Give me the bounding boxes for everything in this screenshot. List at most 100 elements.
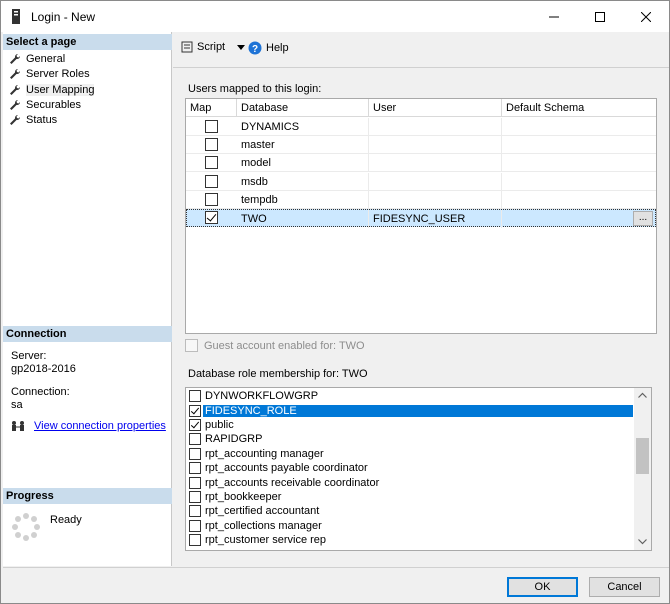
list-item[interactable]: RAPIDGRP [186,432,634,446]
user-cell[interactable] [369,173,502,191]
help-label: Help [266,42,289,54]
role-checkbox[interactable] [189,462,201,475]
table-row[interactable]: model [186,154,656,172]
role-checkbox[interactable] [189,433,201,446]
window-title: Login - New [31,10,96,24]
progress-status: Ready [50,514,82,526]
list-item[interactable]: public [186,418,634,432]
role-checkbox[interactable] [189,418,201,431]
wrench-icon [10,84,21,95]
progress-spinner-icon [12,513,40,541]
user-cell[interactable] [369,136,502,154]
scroll-thumb[interactable] [636,438,649,474]
map-checkbox[interactable] [205,138,218,151]
toolbar-divider [173,67,669,68]
map-checkbox[interactable] [205,211,218,224]
role-checkbox[interactable] [189,390,201,403]
role-label: rpt_accounts receivable coordinator [205,476,380,489]
ok-button[interactable]: OK [507,577,578,597]
dropdown-arrow-icon [237,44,246,50]
role-checkbox[interactable] [189,505,201,518]
sidebar-item-server-roles[interactable]: Server Roles [9,66,90,81]
view-connection-row: View connection properties [11,420,166,432]
role-list-scrollbar[interactable] [634,388,651,550]
database-server-icon [12,9,20,24]
users-mapped-label: Users mapped to this login: [188,83,322,95]
table-row[interactable]: msdb [186,173,656,191]
table-row[interactable]: master [186,136,656,154]
user-cell[interactable] [369,118,502,136]
help-button[interactable]: ? Help [248,41,289,55]
minimize-button[interactable] [531,1,577,32]
map-checkbox[interactable] [205,193,218,206]
role-label: FIDESYNC_ROLE [203,404,633,417]
svg-text:?: ? [252,44,258,55]
column-header-database[interactable]: Database [237,99,369,117]
wrench-icon [10,99,21,110]
role-checkbox[interactable] [189,404,201,417]
maximize-button[interactable] [577,1,623,32]
cancel-button[interactable]: Cancel [589,577,660,597]
table-row-selected[interactable]: TWO FIDESYNC_USER ... [186,209,656,228]
list-item[interactable]: rpt_accounts receivable coordinator [186,475,634,489]
progress-header: Progress [3,488,172,504]
schema-cell[interactable] [502,191,656,209]
map-checkbox[interactable] [205,175,218,188]
column-header-user[interactable]: User [369,99,502,117]
connection-properties-icon [12,421,24,431]
schema-cell[interactable] [502,118,656,136]
maximize-icon [595,11,605,22]
role-checkbox[interactable] [189,534,201,547]
role-label: rpt_accounts payable coordinator [205,462,368,475]
table-row[interactable]: tempdb [186,191,656,209]
role-checkbox[interactable] [189,447,201,460]
database-cell: msdb [237,173,369,191]
schema-cell[interactable] [502,136,656,154]
close-button[interactable] [623,1,669,32]
schema-cell[interactable] [502,173,656,191]
guest-account-checkbox [185,339,198,352]
user-cell[interactable] [369,191,502,209]
schema-browse-button[interactable]: ... [633,211,653,226]
connection-label: Connection: [11,386,70,398]
column-header-map[interactable]: Map [186,99,237,117]
sidebar-item-user-mapping[interactable]: User Mapping [9,82,95,97]
minimize-icon [549,16,559,17]
scroll-up-icon[interactable] [638,392,647,398]
server-value: gp2018-2016 [11,363,76,375]
left-pane: Select a page General Server Roles User … [3,32,172,566]
scroll-down-icon[interactable] [638,539,647,545]
role-checkbox[interactable] [189,519,201,532]
view-connection-properties-link[interactable]: View connection properties [34,420,166,432]
map-checkbox[interactable] [205,120,218,133]
role-label: rpt_certified accountant [205,505,320,518]
list-item[interactable]: rpt_certified accountant [186,504,634,518]
schema-cell[interactable] [502,154,656,172]
list-item[interactable]: rpt_collections manager [186,519,634,533]
user-cell[interactable]: FIDESYNC_USER [369,210,502,228]
role-checkbox[interactable] [189,490,201,503]
list-item[interactable]: DYNWORKFLOWGRP [186,389,634,403]
sidebar-item-label: Server Roles [26,67,90,80]
role-label: RAPIDGRP [205,433,263,446]
user-cell[interactable] [369,154,502,172]
sidebar-item-securables[interactable]: Securables [9,97,81,112]
table-row[interactable]: DYNAMICS [186,118,656,136]
column-header-default-schema[interactable]: Default Schema [502,99,656,117]
role-membership-list: DYNWORKFLOWGRP FIDESYNC_ROLE public RAPI… [185,387,652,551]
map-checkbox[interactable] [205,156,218,169]
list-item[interactable]: rpt_customer service rep [186,533,634,547]
list-item[interactable]: rpt_bookkeeper [186,490,634,504]
role-label: rpt_customer service rep [205,534,327,547]
script-button[interactable]: Script [181,41,246,53]
list-item[interactable]: rpt_accounts payable coordinator [186,461,634,475]
list-item-selected[interactable]: FIDESYNC_ROLE [186,403,634,417]
grid-header: Map Database User Default Schema [186,99,656,117]
role-checkbox[interactable] [189,476,201,489]
list-item[interactable]: rpt_accounting manager [186,447,634,461]
users-mapped-grid: Map Database User Default Schema DYNAMIC… [185,98,657,334]
help-icon: ? [248,41,262,55]
sidebar-item-status[interactable]: Status [9,112,57,127]
wrench-icon [10,114,21,125]
sidebar-item-general[interactable]: General [9,51,65,66]
